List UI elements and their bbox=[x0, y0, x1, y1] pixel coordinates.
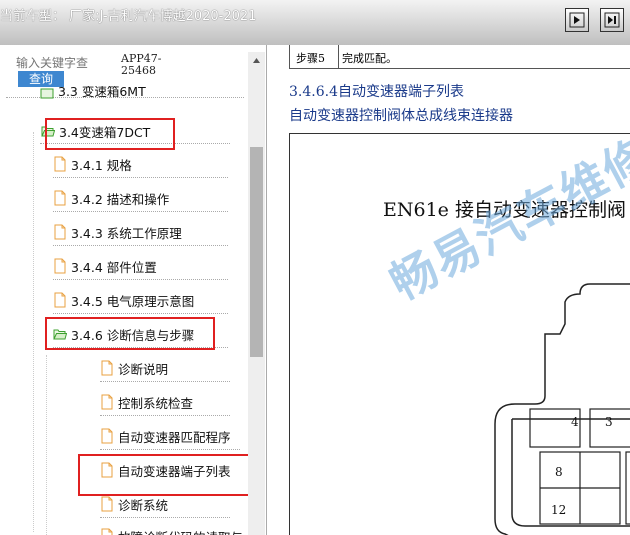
tree-item-3-4-4[interactable]: 3.4.4 部件位置 bbox=[53, 255, 157, 277]
document-icon bbox=[54, 224, 66, 240]
step-table: 步骤5 完成匹配。 bbox=[289, 45, 630, 69]
document-icon bbox=[101, 394, 113, 410]
divider bbox=[53, 177, 228, 178]
play-button[interactable] bbox=[565, 8, 589, 32]
tree-guide bbox=[46, 355, 47, 535]
tree-item-label: 诊断说明 bbox=[118, 361, 169, 377]
tree-item-partial[interactable]: 3.3 变速箱6MT bbox=[40, 86, 146, 100]
highlight-box bbox=[45, 317, 215, 350]
document-icon bbox=[54, 258, 66, 274]
document-icon bbox=[101, 496, 113, 512]
tree-item-3-4-2[interactable]: 3.4.2 描述和操作 bbox=[53, 187, 169, 209]
document-icon bbox=[54, 292, 66, 308]
sidebar: 查询 APP47- 25468 3.3 变速箱6MT 3.4变速箱7DCT 3.… bbox=[0, 45, 267, 535]
tree-item-3-4-5[interactable]: 3.4.5 电气原理示意图 bbox=[53, 289, 194, 311]
pin-label: 3 bbox=[605, 415, 613, 429]
tree-item-label: 3.4.4 部件位置 bbox=[71, 259, 157, 275]
step-cell: 步骤5 bbox=[296, 52, 325, 65]
tree-item-label: 控制系统检查 bbox=[118, 395, 194, 411]
folder-icon bbox=[40, 88, 54, 99]
tree-item-label: 3.4.1 规格 bbox=[71, 157, 132, 173]
play-icon bbox=[569, 12, 585, 28]
pin-label: 4 bbox=[571, 415, 579, 429]
action-cell: 完成匹配。 bbox=[342, 52, 397, 65]
scrollbar-thumb[interactable] bbox=[250, 147, 263, 357]
tree-item-dtc-read[interactable]: 故障诊断代码的读取与 bbox=[100, 525, 243, 535]
divider bbox=[100, 517, 230, 518]
divider bbox=[100, 381, 230, 382]
section-subtitle: 自动变速器控制阀体总成线束连接器 bbox=[289, 108, 513, 124]
tree-item-label: 自动变速器匹配程序 bbox=[118, 429, 231, 445]
divider bbox=[53, 313, 228, 314]
tree-item-3-4-3[interactable]: 3.4.3 系统工作原理 bbox=[53, 221, 182, 243]
tree-item-label: 3.4.5 电气原理示意图 bbox=[71, 293, 195, 309]
search-button[interactable]: 查询 bbox=[18, 71, 64, 87]
sidebar-scrollbar[interactable] bbox=[248, 52, 265, 535]
tree-item-label: 诊断系统 bbox=[118, 497, 169, 513]
tree-item-diagnosis-notes[interactable]: 诊断说明 bbox=[100, 357, 168, 379]
divider bbox=[53, 245, 228, 246]
tree-guide bbox=[33, 132, 34, 532]
app-id-label: APP47- 25468 bbox=[121, 52, 162, 77]
divider bbox=[100, 449, 240, 450]
document-icon bbox=[101, 360, 113, 376]
tree-item-diagnosis-system[interactable]: 诊断系统 bbox=[100, 493, 168, 515]
pin-label: 12 bbox=[551, 503, 567, 517]
skip-end-icon bbox=[604, 12, 620, 28]
tree-item-control-check[interactable]: 控制系统检查 bbox=[100, 391, 193, 413]
skip-end-button[interactable] bbox=[600, 8, 624, 32]
divider bbox=[53, 279, 228, 280]
tree-item-matching-procedure[interactable]: 自动变速器匹配程序 bbox=[100, 425, 231, 447]
scroll-up-arrow-icon[interactable] bbox=[248, 52, 265, 69]
document-icon bbox=[54, 156, 66, 172]
pin-label: 8 bbox=[555, 465, 563, 479]
document-icon bbox=[101, 428, 113, 444]
content-pane: 步骤5 完成匹配。 3.4.6.4自动变速器端子列表 自动变速器控制阀体总成线束… bbox=[267, 45, 630, 535]
highlight-box bbox=[78, 454, 257, 496]
tree-item-label: 故障诊断代码的读取与 bbox=[118, 527, 243, 535]
divider bbox=[100, 415, 230, 416]
document-icon bbox=[54, 190, 66, 206]
title-bar: 当前车型： 厂家:J-吉利汽车博越2020-2021 bbox=[0, 0, 630, 46]
tree-item-label: 3.4.2 描述和操作 bbox=[71, 191, 170, 207]
tree-item-3-4-1[interactable]: 3.4.1 规格 bbox=[53, 153, 132, 175]
section-title: 3.4.6.4自动变速器端子列表 bbox=[289, 84, 464, 100]
highlight-box bbox=[45, 118, 175, 150]
window-title: 当前车型： 厂家:J-吉利汽车博越2020-2021 bbox=[0, 9, 257, 24]
search-input[interactable] bbox=[16, 55, 94, 71]
tree-item-label: 3.4.3 系统工作原理 bbox=[71, 225, 182, 241]
tree-item-label: 3.3 变速箱6MT bbox=[58, 86, 146, 99]
document-icon bbox=[101, 528, 113, 535]
table-divider bbox=[338, 45, 339, 68]
divider bbox=[53, 211, 228, 212]
